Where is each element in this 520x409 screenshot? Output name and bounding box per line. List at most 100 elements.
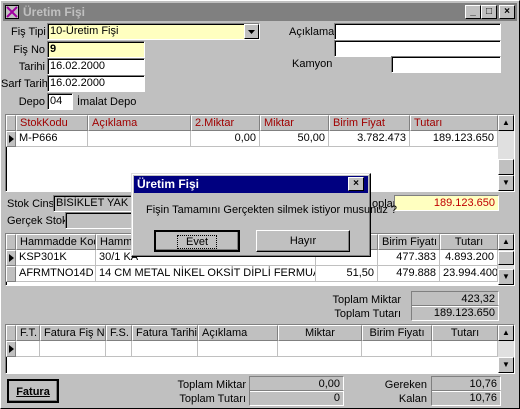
col-header-birim-fiyati[interactable]: Birim Fiyatı (362, 325, 432, 341)
table-cell[interactable] (362, 341, 432, 357)
col-header-fs[interactable]: F.S. (106, 325, 132, 341)
material-toplam-tutari-value: 189.123.650 (411, 305, 499, 321)
col-header-aciklama[interactable]: Açıklama (198, 325, 278, 341)
invoice-grid[interactable]: F.T. Fatura Fiş No F.S. Fatura Tarihi Aç… (5, 324, 515, 374)
row-indicator-header (6, 115, 16, 131)
table-cell[interactable]: 14 CM METAL NİKEL OKSİT DİPLİ FERMUAR (96, 266, 316, 282)
scroll-up-icon[interactable]: ▲ (498, 234, 514, 250)
app-icon (5, 5, 19, 19)
table-cell[interactable] (278, 341, 362, 357)
row-indicator-header (6, 234, 16, 250)
table-cell[interactable]: KSP301K (16, 250, 96, 266)
fis-no-input[interactable]: 9 (47, 41, 145, 58)
col-header-stok-kodu[interactable]: StokKodu (16, 115, 88, 131)
col-header-aciklama[interactable]: Açıklama (88, 115, 191, 131)
col-header-tutari[interactable]: Tutarı (432, 325, 498, 341)
table-cell[interactable]: 4.893.200 (440, 250, 498, 266)
tarihi-input[interactable]: 16.02.2000 (47, 58, 145, 75)
table-cell[interactable]: 51,50 (316, 266, 378, 282)
scroll-up-icon[interactable]: ▲ (498, 115, 514, 131)
fatura-button[interactable]: Fatura (7, 379, 59, 403)
main-window: Üretim Fişi _ □ × Fiş Tipi 10-Üretim Fiş… (0, 0, 520, 409)
col-header-fatura-fis-no[interactable]: Fatura Fiş No (40, 325, 106, 341)
col-header-birim-fiyati[interactable]: Birim Fiyatı (378, 234, 440, 250)
sarf-tarihi-input[interactable]: 16.02.2000 (47, 75, 145, 92)
yes-button[interactable]: Evet (154, 230, 240, 252)
col-header-tutari[interactable]: Tutarı (440, 234, 498, 250)
col-header-tutari[interactable]: Tutarı (410, 115, 498, 131)
footer-toplam-tutari-label: Toplam Tutarı (179, 393, 246, 405)
table-cell[interactable] (40, 341, 106, 357)
dialog-close-button[interactable]: × (348, 177, 364, 191)
scroll-down-icon[interactable]: ▼ (498, 175, 514, 191)
window-titlebar[interactable]: Üretim Fişi _ □ × (3, 3, 517, 21)
table-cell[interactable] (16, 341, 40, 357)
table-cell[interactable]: 477.383 (378, 250, 440, 266)
kamyon-label: Kamyon (292, 58, 333, 70)
depo-name: İmalat Depo (77, 96, 137, 108)
aciklama-input-2[interactable] (334, 40, 501, 57)
gercek-stok-value (65, 212, 133, 229)
aciklama-label: Açıklama (289, 26, 335, 38)
table-cell[interactable] (432, 341, 498, 357)
close-button[interactable]: × (499, 5, 515, 19)
sarf-tarihi-label: Sarf Tarihi (1, 78, 51, 90)
col-header-hammadde-kodu[interactable]: Hammadde Kodu (16, 234, 96, 250)
current-row-arrow-icon (6, 341, 16, 357)
fis-tipi-select[interactable]: 10-Üretim Fişi (47, 23, 260, 40)
table-cell[interactable]: 479.888 (378, 266, 440, 282)
dialog-message: Fişin Tamamını Gerçekten silmek istiyor … (146, 204, 398, 216)
chevron-down-icon[interactable] (244, 24, 259, 39)
tarihi-label: Tarihi (18, 61, 45, 73)
material-toplam-tutari-label: Toplam Tutarı (334, 308, 401, 320)
gercek-stok-label: Gerçek Stok (7, 215, 68, 227)
dialog-title: Üretim Fişi (137, 177, 200, 191)
col-header-miktar[interactable]: Miktar (260, 115, 329, 131)
dialog-titlebar[interactable]: Üretim Fişi × (134, 176, 368, 193)
table-cell[interactable]: 23.994.400 (440, 266, 498, 282)
stok-cinsi-label: Stok Cinsi (7, 198, 57, 210)
table-cell[interactable] (132, 341, 198, 357)
table-cell[interactable]: 189.123.650 (410, 131, 498, 147)
table-cell[interactable]: 50,00 (260, 131, 329, 147)
kalan-value: 10,76 (431, 390, 501, 406)
stock-grid-scrollbar[interactable]: ▲ ▼ (498, 115, 514, 191)
fis-tipi-label: Fiş Tipi (11, 26, 46, 38)
scroll-up-icon[interactable]: ▲ (498, 325, 514, 341)
table-cell[interactable] (106, 341, 132, 357)
table-cell[interactable] (88, 131, 191, 147)
footer-toplam-miktar-label: Toplam Miktar (177, 379, 246, 391)
kamyon-input[interactable] (391, 56, 501, 73)
minimize-button[interactable]: _ (465, 5, 481, 19)
table-cell[interactable]: AFRMTNO14D (16, 266, 96, 282)
footer-toplam-tutari-value: 0 (249, 390, 344, 406)
confirm-dialog: Üretim Fişi × Fişin Tamamını Gerçekten s… (131, 173, 398, 257)
toplam-value: 189.123.650 (394, 195, 499, 211)
aciklama-input-1[interactable] (334, 23, 501, 40)
depo-code-input[interactable]: 04 (47, 93, 73, 110)
col-header-2-miktar[interactable]: 2.Miktar (191, 115, 260, 131)
scroll-thumb[interactable] (498, 251, 514, 265)
table-cell[interactable]: 3.782.473 (329, 131, 410, 147)
col-header-fatura-tarihi[interactable]: Fatura Tarihi (132, 325, 198, 341)
row-indicator-header (6, 325, 16, 341)
table-cell[interactable]: M-P666 (16, 131, 88, 147)
current-row-arrow-icon (6, 131, 16, 147)
maximize-button[interactable]: □ (481, 5, 497, 19)
col-header-birim-fiyat[interactable]: Birim Fiyat (329, 115, 410, 131)
fis-no-label: Fiş No (13, 44, 45, 56)
row-indicator (6, 266, 16, 282)
scroll-thumb[interactable] (498, 159, 514, 175)
scroll-down-icon[interactable]: ▼ (498, 269, 514, 285)
table-cell[interactable]: 0,00 (191, 131, 260, 147)
material-grid-scrollbar[interactable]: ▲ ▼ (498, 234, 514, 285)
col-header-miktar[interactable]: Miktar (278, 325, 362, 341)
stok-cinsi-value: BİSİKLET YAK (53, 195, 133, 212)
scroll-down-icon[interactable]: ▼ (498, 357, 514, 373)
invoice-grid-scrollbar[interactable]: ▲ ▼ (498, 325, 514, 373)
window-title: Üretim Fişi (23, 5, 86, 19)
col-header-ft[interactable]: F.T. (16, 325, 40, 341)
gereken-label: Gereken (384, 379, 427, 391)
table-cell[interactable] (198, 341, 278, 357)
no-button[interactable]: Hayır (256, 230, 350, 252)
